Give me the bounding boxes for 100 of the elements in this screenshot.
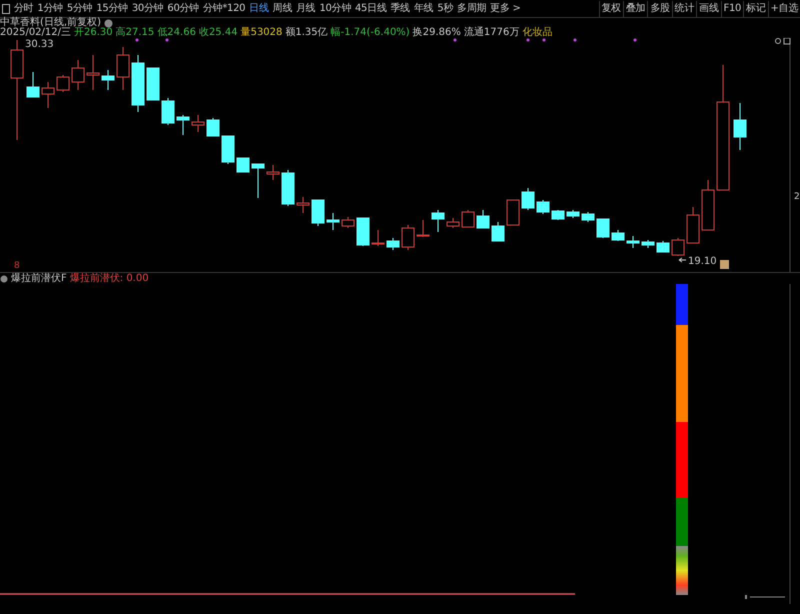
period-tab[interactable]: 周线 [270,0,294,16]
candlestick [56,74,70,92]
toolbar-button[interactable]: 画线 [696,0,721,16]
toolbar-button[interactable]: 统计 [672,0,696,16]
candlestick [252,164,264,198]
candlestick [42,82,54,108]
candlestick [402,224,414,250]
candlestick [296,196,310,214]
period-tab[interactable]: 5秒 [435,0,456,16]
candlestick [522,188,534,210]
candlestick [642,240,654,248]
quote-field: 额1.35亿 [285,28,328,38]
quote-field: 低24.66 [157,28,196,38]
candlestick [416,220,430,238]
period-tab[interactable]: 15分钟 [94,0,130,16]
settings-icon[interactable] [0,274,8,282]
candlestick [476,210,490,228]
candlestick [176,114,190,136]
low-price-label: 19.10 [688,256,717,267]
quote-field: 2025/02/12/三 [0,28,72,38]
quote-field: 高27.15 [116,28,154,38]
axis-label: 2 [794,192,800,202]
candlestick [342,216,354,228]
arrow-icon [678,258,686,262]
period-tab[interactable]: 月线 [294,0,318,16]
period-tab[interactable]: 分时 [12,0,36,16]
panel-toggle-icon[interactable] [2,4,10,14]
candlestick [506,200,520,226]
high-price-label: 30.33 [25,39,54,50]
signal-dot [454,38,456,42]
indicator-value: 爆拉前潜伏: 0.00 [70,272,149,284]
candlestick [372,230,384,246]
quote-field: 收25.44 [198,28,238,38]
candlestick [462,210,474,228]
candlestick [686,206,700,244]
candlestick [236,158,250,172]
candlestick [72,60,84,90]
toolbar-button[interactable]: +自选 [768,0,800,16]
candlestick [132,54,144,112]
period-tab[interactable]: 分钟*120 [200,0,248,16]
candlestick [86,54,100,90]
marker-label: 8 [14,261,20,271]
candlestick [734,102,746,150]
settings-icon[interactable] [104,19,113,28]
signal-dot [136,38,138,42]
signal-dot [166,38,168,42]
candlestick [386,238,400,250]
quote-field: 换29.86% [412,28,461,38]
period-tab[interactable]: 日线 [247,0,271,16]
period-tab[interactable]: 多周期 [455,0,488,16]
candlestick [312,200,324,226]
candlestick [626,236,640,248]
quote-field: 流通1776万 [464,28,520,38]
period-tab[interactable]: 季线 [388,0,412,16]
signal-dot [574,38,576,42]
candlestick [596,218,610,238]
period-tab[interactable]: 45日线 [352,0,389,16]
quote-field: 量53028 [240,28,282,38]
candlestick [446,218,460,228]
period-tab[interactable]: 年线 [412,0,436,16]
candlestick [672,238,684,256]
signal-dot [542,38,546,42]
candlestick [536,200,550,214]
quote-field: 开26.30 [74,28,113,38]
candlestick [116,46,130,90]
candlestick [702,180,714,230]
marker-icon [720,260,729,269]
scroll-handle[interactable] [745,595,786,599]
layout-icon[interactable] [784,38,790,44]
period-tab[interactable]: 30分钟 [130,0,166,16]
toolbar-button[interactable]: F10 [720,0,744,16]
toolbar-button[interactable]: 叠加 [622,0,648,16]
candlestick [282,170,294,206]
toolbar-button[interactable]: 复权 [598,0,623,16]
period-tab[interactable]: 1分钟 [35,0,65,16]
candlestick [656,240,670,252]
candlestick [432,210,444,232]
period-tab[interactable]: 5分钟 [64,0,94,16]
circle-icon[interactable] [775,38,781,44]
toolbar-button[interactable]: 标记 [743,0,768,16]
candlestick [192,114,204,132]
candlestick [26,72,40,98]
indicator-name: 爆拉前潜伏F [11,272,67,284]
candlestick [146,68,160,100]
candlestick [162,98,174,126]
candlestick [552,210,564,220]
candlestick [582,212,594,222]
toolbar-button[interactable]: 多股 [647,0,672,16]
candlestick [102,70,114,90]
candlestick [266,164,280,180]
candlestick [612,230,624,242]
period-tab[interactable]: 60分钟 [165,0,201,16]
candlestick [326,212,340,230]
candlestick [356,218,370,246]
period-tab[interactable]: 10分钟 [317,0,353,16]
stock-title: 中草香料(日线,前复权) [0,18,101,28]
quote-field: 化妆品 [522,28,552,38]
quote-field: 幅-1.74(-6.40%) [330,28,410,38]
period-tab[interactable]: 更多 > [488,0,523,16]
signal-dot [526,38,530,42]
